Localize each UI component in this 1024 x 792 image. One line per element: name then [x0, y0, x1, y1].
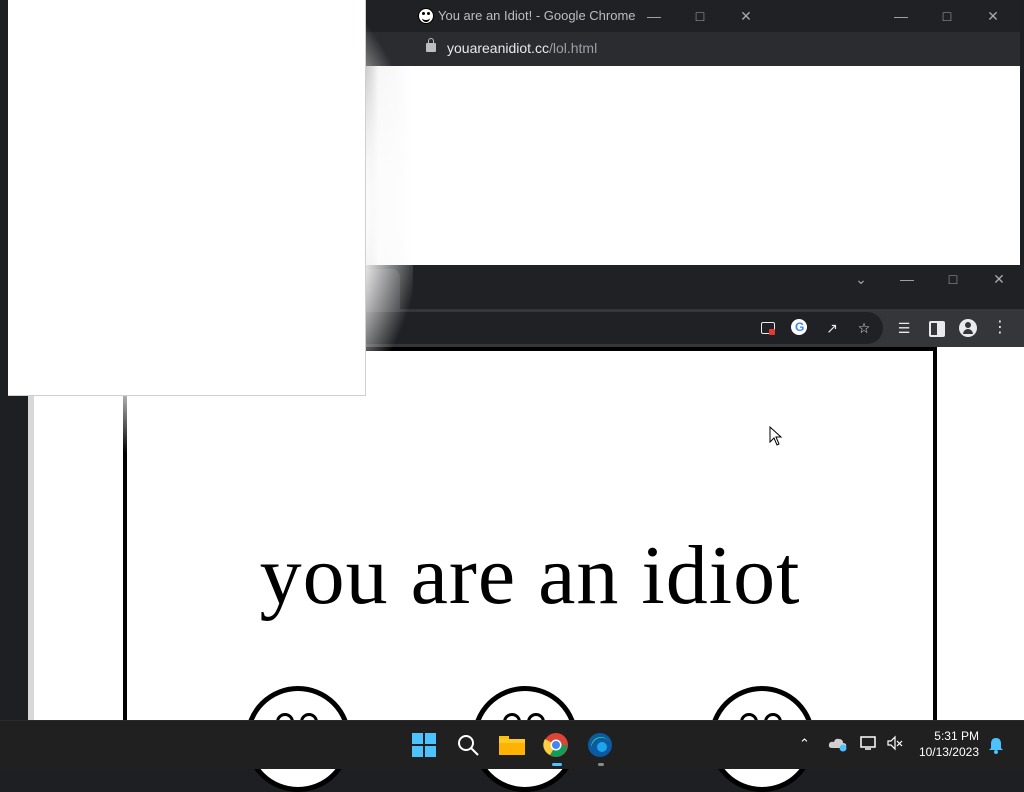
url-path: /lol.html	[548, 40, 598, 56]
install-app-icon[interactable]	[758, 318, 778, 338]
network-icon[interactable]	[860, 735, 878, 754]
profile-avatar-icon[interactable]	[958, 318, 978, 338]
clock-time[interactable]: 5:31 PM	[921, 729, 979, 743]
mouse-cursor-icon	[769, 425, 783, 451]
background-browser-window-idiot: You are an Idiot! - Google Chrome — □ ✕ …	[412, 0, 771, 265]
maximize-icon[interactable]: □	[943, 269, 963, 289]
tab-search-icon[interactable]: ⌄	[851, 269, 871, 289]
taskbar: ⌃ 5:31 PM 10/13/2023	[0, 720, 1024, 769]
lock-icon	[426, 38, 436, 52]
headline: you are an idiot	[259, 529, 801, 622]
close-icon[interactable]: ✕	[989, 269, 1009, 289]
chrome-running-indicator	[552, 763, 562, 766]
minimize-icon[interactable]: —	[891, 6, 911, 26]
clock-date[interactable]: 10/13/2023	[915, 745, 979, 759]
notification-bell-icon[interactable]	[987, 736, 1005, 757]
bookmark-star-icon[interactable]: ☆	[854, 318, 874, 338]
edge-icon[interactable]	[584, 729, 616, 761]
minimize-icon[interactable]: —	[897, 269, 917, 289]
maximize-icon[interactable]: □	[937, 6, 957, 26]
share-icon[interactable]: ↗	[822, 318, 842, 338]
start-windows-icon[interactable]	[408, 729, 440, 761]
url-domain: youareanidiot.cc	[447, 40, 549, 56]
window-title: You are an Idiot! - Google Chrome	[438, 8, 636, 23]
chrome-icon[interactable]	[540, 729, 572, 761]
background-browser-window-right: — □ ✕	[771, 0, 1020, 265]
close-icon[interactable]: ✕	[736, 6, 756, 26]
show-hidden-icons-chevron-icon[interactable]: ⌃	[799, 736, 810, 752]
window-titlebar: You are an Idiot! - Google Chrome	[412, 0, 771, 32]
smiley-icon	[418, 8, 434, 24]
minimize-icon[interactable]: —	[644, 6, 664, 26]
search-icon[interactable]	[452, 729, 484, 761]
blank-popup-window[interactable]	[8, 0, 366, 396]
address-bar[interactable]: youareanidiot.cc/lol.html	[412, 32, 771, 66]
onedrive-icon[interactable]	[828, 736, 848, 755]
google-lens-icon[interactable]: G	[790, 318, 810, 338]
file-explorer-icon[interactable]	[496, 729, 528, 761]
address-bar-area	[771, 32, 1020, 66]
side-panel-icon[interactable]	[926, 318, 946, 338]
maximize-icon[interactable]: □	[690, 6, 710, 26]
url-text[interactable]: youareanidiot.cc/lol.html	[447, 40, 597, 56]
page-content	[771, 66, 1020, 265]
close-icon[interactable]: ✕	[983, 6, 1003, 26]
edge-running-indicator	[598, 763, 604, 766]
page-content	[412, 66, 771, 265]
volume-muted-icon[interactable]	[886, 735, 904, 754]
chrome-menu-icon[interactable]: ⋮	[990, 318, 1010, 338]
media-controls-icon[interactable]: ☰	[894, 318, 914, 338]
